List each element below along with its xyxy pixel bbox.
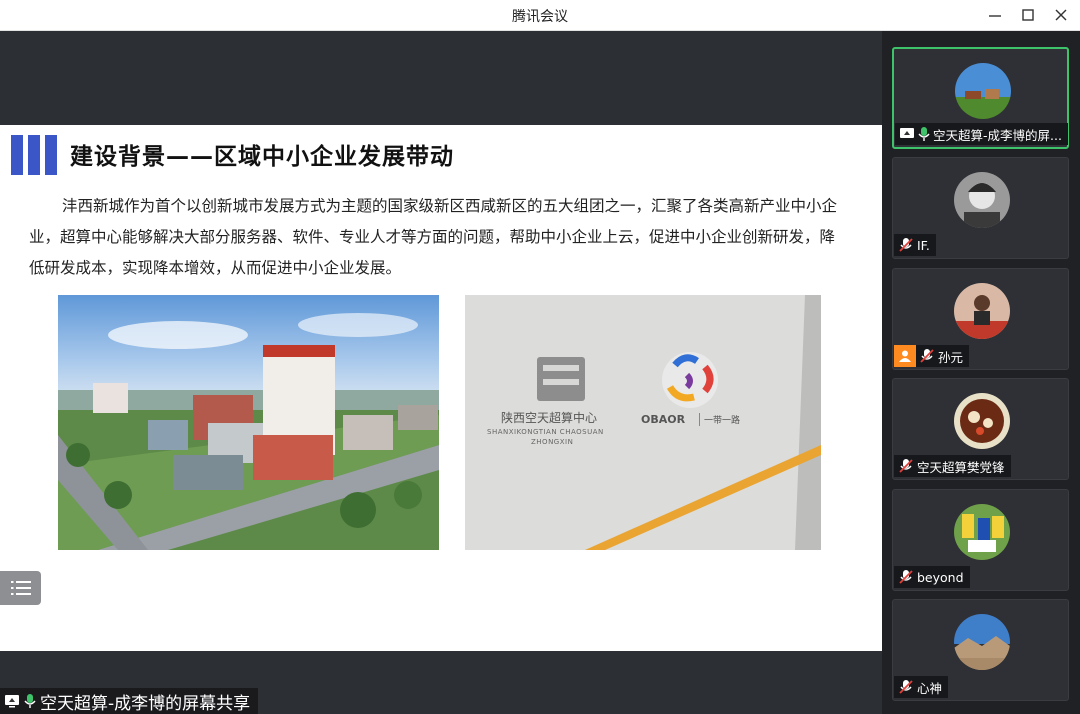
sign-english-name: SHANXIKONGTIAN CHAOSUAN xyxy=(487,428,604,436)
screen-share-icon xyxy=(900,128,914,138)
close-button[interactable] xyxy=(1048,4,1074,26)
participant-tile[interactable]: beyond xyxy=(892,489,1069,591)
sign-chinese-name: 陕西空天超算中心 xyxy=(501,411,598,425)
sign-english-name-2: ZHONGXIN xyxy=(531,438,574,446)
avatar xyxy=(954,283,1010,339)
screen-share-label: 空天超算-成李博的屏幕共享 xyxy=(0,688,259,714)
participant-name-bar: 空天超算樊党锋 xyxy=(894,455,1011,477)
mic-muted-icon xyxy=(899,680,913,694)
avatar xyxy=(954,614,1010,670)
mic-muted-icon xyxy=(899,238,913,252)
participant-panel: 空天超算-成李博的屏... IF. 孙元 空天超算樊党锋 beyond 心神 xyxy=(882,31,1080,714)
shared-screen: 建设背景——区域中小企业发展带动 沣西新城作为首个以创新城市发展方式为主题的国家… xyxy=(0,31,882,714)
mic-muted-icon xyxy=(899,459,913,473)
participant-tile[interactable]: IF. xyxy=(892,157,1069,259)
maximize-icon xyxy=(1022,9,1034,21)
participant-tile[interactable]: 孙元 xyxy=(892,268,1069,370)
participant-tile[interactable]: 空天超算-成李博的屏... xyxy=(892,47,1069,149)
user-icon xyxy=(899,350,911,362)
slide-decoration-bars xyxy=(11,135,57,175)
screen-share-icon xyxy=(5,695,19,708)
participant-name: beyond xyxy=(917,569,964,585)
slide-list-button[interactable] xyxy=(0,571,41,605)
avatar xyxy=(954,504,1010,560)
user-badge xyxy=(894,345,916,367)
slide-body-text: 沣西新城作为首个以创新城市发展方式为主题的国家级新区西咸新区的五大组团之一，汇聚… xyxy=(29,197,838,277)
participant-tile[interactable]: 空天超算樊党锋 xyxy=(892,378,1069,480)
participant-name-bar: IF. xyxy=(894,234,936,256)
mic-muted-icon xyxy=(899,570,913,584)
city-aerial-photo xyxy=(58,295,439,550)
center-wall-sign-photo: 陕西空天超算中心 SHANXIKONGTIAN CHAOSUAN ZHONGXI… xyxy=(465,295,821,550)
sign-logo-text: OBAOR xyxy=(641,413,686,426)
screen-share-label-text: 空天超算-成李博的屏幕共享 xyxy=(40,693,251,714)
mic-on-icon xyxy=(24,694,36,708)
close-icon xyxy=(1055,9,1067,21)
participant-name: 空天超算-成李博的屏... xyxy=(933,127,1062,143)
participant-name: IF. xyxy=(917,237,930,253)
minimize-button[interactable] xyxy=(982,4,1008,26)
title-bar: 腾讯会议 xyxy=(0,0,1080,31)
participant-name: 空天超算樊党锋 xyxy=(917,459,1005,475)
participant-name: 孙元 xyxy=(938,349,964,365)
participant-name: 心神 xyxy=(917,680,943,696)
participant-name-bar: 心神 xyxy=(894,676,949,698)
sign-logo-chinese: 一带一路 xyxy=(699,413,740,426)
participant-name-bar: 孙元 xyxy=(894,345,970,367)
maximize-button[interactable] xyxy=(1015,4,1041,26)
mic-on-icon xyxy=(918,127,930,141)
window-title: 腾讯会议 xyxy=(512,9,568,25)
avatar xyxy=(954,393,1010,449)
list-icon xyxy=(10,581,31,595)
participant-name-bar: 空天超算-成李博的屏... xyxy=(895,123,1068,145)
participant-name-bar: beyond xyxy=(894,566,970,588)
mic-muted-icon xyxy=(920,349,934,363)
avatar xyxy=(955,63,1011,119)
participant-tile[interactable]: 心神 xyxy=(892,599,1069,701)
avatar xyxy=(954,172,1010,228)
minimize-icon xyxy=(989,15,1001,17)
slide-title: 建设背景——区域中小企业发展带动 xyxy=(70,144,454,170)
presentation-slide: 建设背景——区域中小企业发展带动 沣西新城作为首个以创新城市发展方式为主题的国家… xyxy=(0,125,882,651)
